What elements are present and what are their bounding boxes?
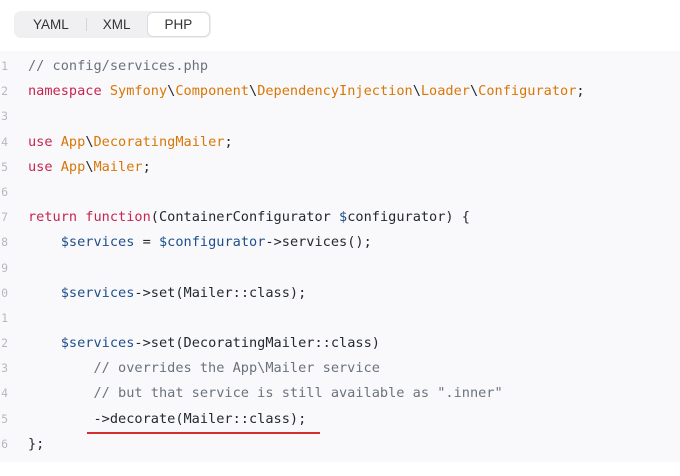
code-token: DecoratingMailer bbox=[93, 133, 225, 150]
code-token: ->set(DecoratingMailer::class) bbox=[134, 335, 380, 352]
code-token: Symfony bbox=[109, 83, 168, 100]
decorate-underline bbox=[87, 432, 320, 434]
code-line: 1 // config/services.php bbox=[0, 54, 680, 79]
line-number: 4 bbox=[1, 134, 8, 149]
code-line: 7 return function(ContainerConfigurator $… bbox=[0, 205, 680, 230]
code-token: \ bbox=[412, 83, 421, 100]
line-number: 3 bbox=[1, 109, 8, 124]
code-line: 0 $services->set(Mailer::class); bbox=[0, 281, 680, 306]
code-token: DependencyInjection bbox=[257, 83, 413, 100]
line-number: 0 bbox=[1, 285, 8, 300]
tab-php[interactable]: PHP bbox=[147, 13, 210, 36]
code-text: return function(ContainerConfigurator $c… bbox=[28, 205, 470, 230]
code-token: \ bbox=[469, 83, 479, 100]
code-token: \ bbox=[85, 133, 94, 150]
code-line: 6}; bbox=[0, 432, 680, 457]
line-number: 9 bbox=[1, 260, 8, 275]
code-line: 5 use App\Mailer; bbox=[0, 155, 680, 180]
code-line: 3 bbox=[0, 104, 680, 129]
code-line: 2 $services->set(DecoratingMailer::class… bbox=[0, 331, 680, 356]
code-line: 8 $services = $configurator->services(); bbox=[0, 230, 680, 255]
code-token: configurator) { bbox=[347, 209, 470, 226]
code-token: \ bbox=[85, 158, 94, 175]
code-token: \ bbox=[249, 83, 258, 100]
code-text: $services->set(DecoratingMailer::class) bbox=[28, 331, 380, 356]
code-text: // config/services.php bbox=[28, 54, 208, 79]
code-token: return bbox=[28, 209, 86, 226]
line-number: 6 bbox=[1, 184, 8, 199]
code-text: use App\DecoratingMailer; bbox=[28, 130, 233, 155]
line-number: 5 bbox=[1, 159, 8, 174]
code-token: // overrides the App\Mailer service bbox=[28, 360, 380, 377]
line-number: 5 bbox=[1, 411, 8, 426]
code-token: App bbox=[60, 158, 86, 175]
code-token: // config/services.php bbox=[28, 58, 209, 74]
code-line: 5 ->decorate(Mailer::class); bbox=[0, 407, 680, 432]
code-token: ; bbox=[224, 133, 233, 150]
code-line: 4 // but that service is still available… bbox=[0, 381, 680, 406]
code-text: // but that service is still available a… bbox=[28, 381, 503, 406]
line-number: 7 bbox=[1, 210, 8, 225]
line-number: 3 bbox=[1, 361, 8, 376]
line-number: 2 bbox=[1, 336, 8, 351]
code-token: ->decorate(Mailer::class); bbox=[28, 410, 307, 427]
code-text: namespace Symfony\Component\DependencyIn… bbox=[28, 79, 585, 104]
code-token: $services bbox=[60, 335, 135, 352]
line-number: 2 bbox=[1, 84, 8, 99]
line-number: 8 bbox=[1, 235, 8, 250]
code-token: ; bbox=[576, 83, 585, 100]
code-token: App bbox=[60, 133, 86, 150]
code-line: 2 namespace Symfony\Component\DependencyI… bbox=[0, 79, 680, 104]
code-token: Mailer bbox=[93, 158, 143, 175]
code-token: = bbox=[134, 234, 159, 251]
code-token: // but that service is still available a… bbox=[28, 385, 503, 402]
code-line: 6 bbox=[0, 180, 680, 205]
code-line: 1 bbox=[0, 306, 680, 331]
code-text: $services = $configurator->services(); bbox=[28, 230, 372, 255]
code-token: (ContainerConfigurator bbox=[150, 209, 340, 226]
line-number: 1 bbox=[1, 59, 8, 73]
code-token: use bbox=[28, 133, 61, 150]
code-token: $configurator bbox=[158, 234, 266, 251]
code-token: }; bbox=[28, 435, 45, 452]
code-token: Loader bbox=[420, 83, 470, 100]
code-token: ; bbox=[142, 158, 151, 175]
code-block: 1 // config/services.php 2 namespace Symfon… bbox=[0, 51, 680, 462]
code-line: 9 bbox=[0, 256, 680, 281]
code-token: namespace bbox=[28, 83, 110, 100]
line-number: 4 bbox=[1, 386, 8, 401]
code-token: ->set(Mailer::class); bbox=[134, 284, 307, 301]
code-line: 4 use App\DecoratingMailer; bbox=[0, 130, 680, 155]
code-token: function bbox=[85, 209, 151, 226]
code-text: ->decorate(Mailer::class); bbox=[28, 407, 306, 432]
format-tabs: YAML XML PHP bbox=[14, 11, 212, 38]
line-number: 6 bbox=[1, 436, 8, 451]
tab-xml[interactable]: XML bbox=[85, 13, 148, 36]
code-token: $ bbox=[339, 209, 348, 226]
code-token: $services bbox=[60, 284, 135, 301]
code-text: $services->set(Mailer::class); bbox=[28, 281, 307, 306]
code-text: }; bbox=[28, 432, 44, 457]
tab-yaml[interactable]: YAML bbox=[16, 13, 86, 36]
code-token: Component bbox=[175, 83, 249, 100]
code-token: Configurator bbox=[478, 83, 577, 100]
code-token: ->services(); bbox=[265, 234, 372, 251]
code-token: use bbox=[28, 158, 61, 175]
code-text: // overrides the App\Mailer service bbox=[28, 356, 380, 381]
code-line: 3 // overrides the App\Mailer service bbox=[0, 356, 680, 381]
code-token: $services bbox=[60, 234, 135, 251]
code-text: use App\Mailer; bbox=[28, 155, 151, 180]
line-number: 1 bbox=[1, 310, 8, 325]
